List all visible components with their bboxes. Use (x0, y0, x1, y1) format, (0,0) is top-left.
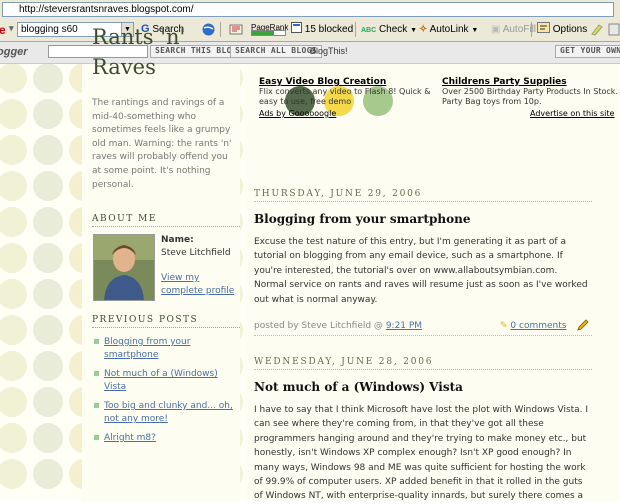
about-me-heading: ABOUT ME (92, 214, 240, 227)
background-dot (0, 459, 27, 489)
blog-title[interactable]: Rants 'n' Raves (92, 22, 232, 82)
autofill-icon: ▣ (491, 24, 501, 35)
autolink-button[interactable]: ✧ AutoLink ▼ (419, 22, 478, 37)
post-time-link[interactable]: 9:21 PM (386, 321, 422, 331)
bullet-icon (94, 339, 99, 344)
popup-blocked-label: 15 blocked (304, 24, 354, 35)
get-your-own-blog-button[interactable]: GET YOUR OWN B (555, 45, 620, 58)
profile-name-label: Name: (161, 235, 194, 245)
edit-pencil-icon[interactable] (576, 318, 590, 332)
post-title[interactable]: Blogging from your smartphone (254, 212, 470, 226)
chevron-down-icon[interactable]: ▼ (471, 27, 478, 34)
list-item: Alright m8? (92, 432, 242, 445)
highlighter-icon[interactable] (590, 23, 603, 36)
background-dot (33, 207, 63, 237)
post-body: Excuse the test nature of this entry, bu… (254, 237, 588, 305)
bullet-icon (94, 403, 99, 408)
ad-item[interactable]: Easy Video Blog Creation Flix converts a… (259, 77, 439, 107)
profile-photo (94, 235, 154, 300)
background-dot (0, 351, 27, 381)
pagerank-bar (251, 30, 286, 36)
options-icon (537, 22, 550, 33)
google-logo-fragment: e (0, 23, 6, 37)
spellcheck-label: Check (378, 24, 408, 35)
address-bar: http://steversrantsnraves.blogspot.com/ (0, 0, 620, 21)
ad-title[interactable]: Easy Video Blog Creation (259, 77, 439, 87)
profile-name: Steve Litchfield (161, 248, 231, 258)
background-dot (0, 171, 27, 201)
toolbar-dropdown-icon[interactable]: ▾ (9, 23, 14, 34)
previous-post-link[interactable]: Alright m8? (104, 433, 156, 443)
ad-text: Over 2500 Birthday Party Products In Sto… (442, 87, 618, 106)
blog-description: The rantings and ravings of a mid-40-som… (92, 98, 232, 190)
background-dot (33, 64, 63, 93)
background-dot (0, 423, 27, 453)
background-dot (0, 279, 27, 309)
ad-text: Flix converts any video to Flash 8! Quic… (259, 87, 431, 106)
ads-by-link[interactable]: Ads by Goooooogle (259, 109, 336, 118)
list-item: Not much of a (Windows) Vista (92, 368, 242, 394)
view-profile-link[interactable]: View my complete profile (161, 272, 241, 298)
post-body: I have to say that I think Microsoft hav… (254, 405, 589, 502)
background-dot (33, 315, 63, 345)
autolink-icon: ✧ (419, 24, 428, 35)
toolbar-separator (355, 22, 356, 37)
background-dot (33, 459, 63, 489)
background-dot (0, 315, 27, 345)
background-dot (0, 135, 27, 165)
background-dot (33, 387, 63, 417)
google-search-value: blogging s60 (21, 24, 78, 35)
toolbar-separator (531, 22, 532, 37)
post-title[interactable]: Not much of a (Windows) Vista (254, 380, 463, 394)
posted-by-text: posted by Steve Litchfield @ (254, 321, 383, 331)
previous-post-link[interactable]: Too big and clunky and... oh, not any mo… (104, 401, 233, 424)
background-dot (33, 351, 63, 381)
previous-posts-heading: PREVIOUS POSTS (92, 315, 240, 328)
previous-post-link[interactable]: Blogging from your smartphone (104, 337, 190, 360)
list-item: Blogging from your smartphone (92, 336, 242, 362)
bullet-icon (94, 435, 99, 440)
chevron-down-icon[interactable]: ▼ (410, 27, 417, 34)
background-dot (33, 99, 63, 129)
toolbar-extra-icon[interactable] (608, 23, 620, 36)
background-dot (33, 279, 63, 309)
bullet-icon (94, 371, 99, 376)
comment-icon: ✎ (500, 321, 508, 331)
post-footer: posted by Steve Litchfield @ 9:21 PM ✎ 0… (254, 318, 592, 336)
background-dot (0, 243, 27, 273)
spellcheck-icon: ABC (361, 27, 377, 34)
popup-blocker-icon (291, 22, 302, 33)
comments-link[interactable]: 0 comments (510, 321, 566, 331)
previous-posts-list: Blogging from your smartphone Not much o… (92, 336, 242, 451)
avatar[interactable] (93, 234, 155, 301)
blogger-logo[interactable]: ogger (0, 46, 28, 58)
ad-title[interactable]: Childrens Party Supplies (442, 77, 620, 87)
background-dot (33, 423, 63, 453)
search-all-blogs-button[interactable]: SEARCH ALL BLOGS (230, 45, 322, 58)
comments-link-wrap: ✎ 0 comments (500, 321, 566, 331)
list-item: Too big and clunky and... oh, not any mo… (92, 400, 242, 426)
options-label: Options (552, 24, 588, 35)
advertise-link[interactable]: Advertise on this site (530, 109, 614, 118)
previous-post-link[interactable]: Not much of a (Windows) Vista (104, 369, 218, 392)
address-input[interactable]: http://steversrantsnraves.blogspot.com/ (2, 2, 614, 17)
popup-blocker-button[interactable]: 15 blocked (291, 22, 353, 37)
background-dot (33, 243, 63, 273)
blogthis-link[interactable]: BlogThis! (310, 46, 348, 56)
post-date: THURSDAY, JUNE 29, 2006 (254, 189, 592, 202)
background-dot (0, 64, 27, 93)
autolink-label: AutoLink (429, 24, 469, 35)
autofill-button[interactable]: ▣ AutoFill (491, 22, 536, 37)
background-dot (0, 207, 27, 237)
background-dot (0, 99, 27, 129)
options-button[interactable]: Options (537, 22, 587, 37)
background-dot (0, 387, 27, 417)
background-dot (33, 171, 63, 201)
post-date: WEDNESDAY, JUNE 28, 2006 (254, 357, 592, 370)
background-dot (33, 135, 63, 165)
spellcheck-button[interactable]: ABC Check ▼ (361, 22, 417, 37)
ad-item[interactable]: Childrens Party Supplies Over 2500 Birth… (442, 77, 620, 107)
